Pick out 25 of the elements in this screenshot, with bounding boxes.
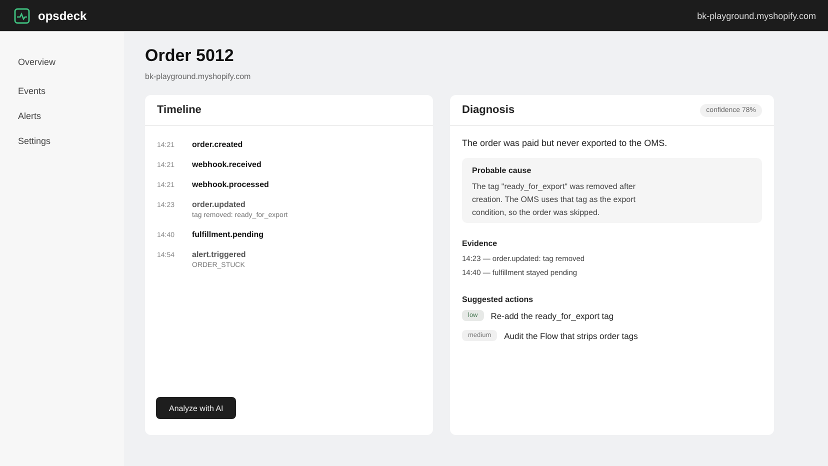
diagnosis-summary: The order was paid but never exported to the OMS.: [462, 138, 668, 148]
event-name: fulfillment.pending: [192, 230, 264, 239]
cause-title: Probable cause: [472, 166, 532, 175]
sidebar-item[interactable]: Settings: [18, 131, 124, 156]
event-name: order.created: [192, 140, 243, 149]
action-text: Audit the Flow that strips order tags: [504, 330, 638, 340]
page-title: Order 5012: [145, 46, 235, 66]
sidebar-item[interactable]: Overview: [18, 52, 124, 77]
pulse-logo-icon: [14, 8, 30, 24]
event-name: order.updated: [192, 200, 246, 209]
evidence-title: Evidence: [462, 239, 498, 248]
event-name: alert.triggered: [192, 250, 246, 259]
cause-text: The tag "ready_for_export" was removed after creation. The OMS uses that tag as the export condition, so the order was skipped.: [472, 181, 637, 219]
card-title: Timeline: [157, 104, 202, 116]
sidebar-item[interactable]: Events: [18, 81, 124, 106]
brand-name: opsdeck: [38, 8, 87, 22]
sidebar-item[interactable]: Alerts: [18, 106, 124, 131]
analyze-button[interactable]: Analyze with AI: [156, 397, 236, 419]
actions-title: Suggested actions: [462, 295, 534, 304]
page-subtitle: bk-playground.myshopify.com: [145, 72, 252, 81]
event-name: webhook.received: [192, 160, 262, 169]
card-title: Diagnosis: [462, 104, 515, 116]
action-text: Re-add the ready_for_export tag: [490, 310, 614, 320]
event-name: webhook.processed: [192, 180, 269, 189]
store-domain: bk-playground.myshopify.com: [697, 10, 816, 20]
